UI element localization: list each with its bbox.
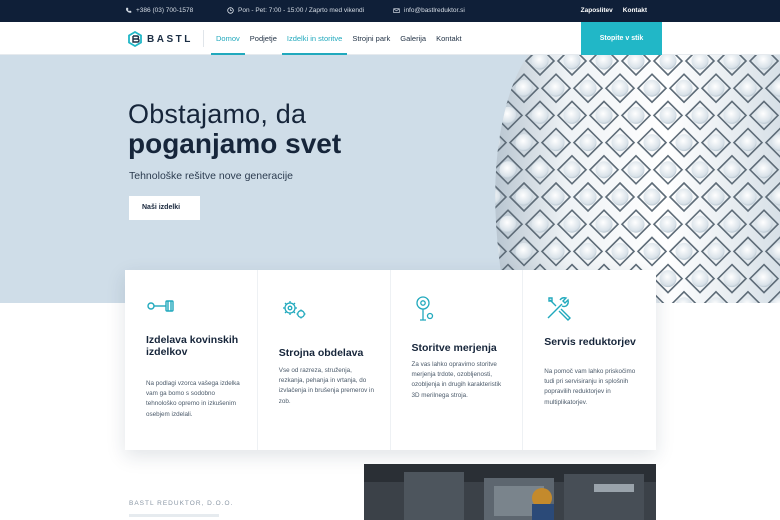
email-address: info@bastlreduktor.si <box>404 7 465 14</box>
nav-item-izdelki-in-storitve[interactable]: Izdelki in storitve <box>281 22 348 55</box>
service-title: Servis reduktorjev <box>544 336 636 348</box>
main-navigation: BASTL Domov Podjetje Izdelki in storitve… <box>0 22 780 55</box>
top-link-kontakt[interactable]: Kontakt <box>623 7 647 14</box>
hero-section: Obstajamo, da poganjamo svet Tehnološke … <box>0 55 780 303</box>
nav-item-strojni-park[interactable]: Strojni park <box>347 22 395 55</box>
top-links: Zaposlitev Kontakt <box>581 7 647 14</box>
service-card[interactable]: Izdelava kovinskih izdelkov Na podlagi v… <box>125 270 258 450</box>
nav-item-domov[interactable]: Domov <box>211 22 245 55</box>
nav-menu: Domov Podjetje Izdelki in storitve Stroj… <box>211 22 467 55</box>
workshop-photo <box>364 464 656 520</box>
service-title: Strojna obdelava <box>278 347 364 359</box>
brand-logo[interactable]: BASTL <box>127 31 193 47</box>
company-name-label: BASTL REDUKTOR, D.O.O. <box>129 500 234 507</box>
service-description: Vse od razreza, struženja, rezkanja, peh… <box>278 367 374 405</box>
nav-item-podjetje[interactable]: Podjetje <box>245 22 282 55</box>
products-button[interactable]: Naši izdelki <box>129 196 200 220</box>
contact-cta-button[interactable]: Stopite v stik <box>581 22 662 55</box>
hero-title-line-1: Obstajamo, da <box>128 99 307 129</box>
service-description: Za vas lahko opravimo storitve merjenja … <box>411 361 502 399</box>
piston-icon <box>147 300 174 312</box>
services-cards: Izdelava kovinskih izdelkov Na podlagi v… <box>125 270 656 450</box>
nav-item-kontakt[interactable]: Kontakt <box>431 22 466 55</box>
service-card[interactable]: Servis reduktorjev Na pomoč vam lahko pr… <box>523 270 656 450</box>
clock-icon <box>227 7 234 14</box>
phone-number: +386 (03) 700-1578 <box>136 7 194 14</box>
measurement-icon <box>415 296 433 321</box>
service-card[interactable]: Strojna obdelava Vse od razreza, stružen… <box>258 270 391 450</box>
hero-subtitle: Tehnološke rešitve nove generacije <box>129 170 294 182</box>
service-title: Izdelava kovinskih izdelkov <box>146 334 239 358</box>
brand-name: BASTL <box>147 33 193 45</box>
service-description: Na pomoč vam lahko priskočimo tudi pri s… <box>544 368 636 406</box>
phone-icon <box>126 7 132 13</box>
service-card[interactable]: Storitve merjenja Za vas lahko opravimo … <box>391 270 524 450</box>
top-info-bar: +386 (03) 700-1578 Pon - Pet: 7:00 - 15:… <box>0 0 780 22</box>
bastl-logo-icon <box>128 31 142 47</box>
opening-hours: Pon - Pet: 7:00 - 15:00 / Zaprto med vik… <box>238 7 365 14</box>
nav-divider <box>203 30 204 47</box>
gears-icon <box>282 301 306 319</box>
hours-info: Pon - Pet: 7:00 - 15:00 / Zaprto med vik… <box>227 7 364 14</box>
service-description: Na podlagi vzorca vašega izdelka vam ga … <box>146 380 240 418</box>
phone-info[interactable]: +386 (03) 700-1578 <box>125 7 193 14</box>
top-link-zaposlitev[interactable]: Zaposlitev <box>581 7 613 14</box>
service-title: Storitve merjenja <box>411 342 497 354</box>
tools-icon <box>547 297 572 321</box>
hero-title-line-2: poganjamo svet <box>128 128 342 159</box>
nav-item-galerija[interactable]: Galerija <box>395 22 431 55</box>
email-info[interactable]: info@bastlreduktor.si <box>393 7 465 14</box>
company-text-placeholder <box>129 514 219 517</box>
hero-metal-part-image <box>495 55 780 303</box>
email-icon <box>393 8 400 13</box>
